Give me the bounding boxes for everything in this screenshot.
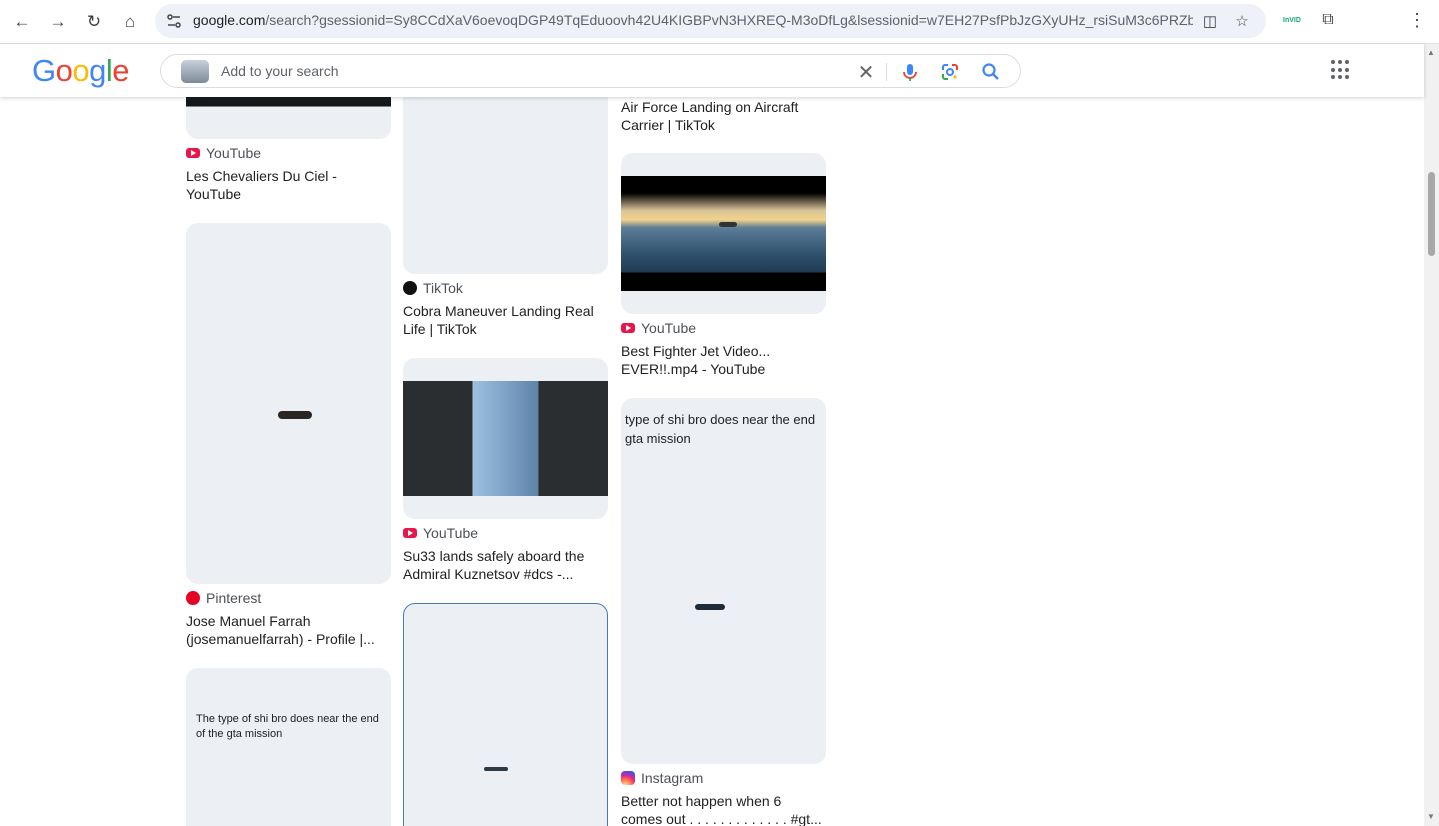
youtube-icon (403, 528, 417, 538)
url-path: /search?gsessionid=Sy8CCdXaV6oevoqDGP49T… (265, 12, 1193, 28)
image-overlay-text: type of shi bro does near the end gta mi… (625, 412, 816, 446)
result-source[interactable]: YouTube (403, 524, 478, 542)
result-source[interactable]: Pinterest (186, 589, 261, 607)
result-image[interactable]: The type of shi bro does near the end of… (186, 668, 391, 826)
source-label: YouTube (206, 145, 262, 161)
forward-icon[interactable]: → (44, 8, 72, 36)
jet-silhouette (695, 604, 725, 610)
source-label: TikTok (423, 280, 463, 296)
browser-toolbar: ← → ↻ ⌂ google.com/search?gsessionid=Sy8… (0, 0, 1439, 44)
result-image[interactable] (403, 97, 608, 274)
result-title[interactable]: Jose Manuel Farrah (josemanuelfarrah) - … (186, 612, 391, 648)
result-source[interactable]: YouTube (186, 144, 261, 162)
translate-icon[interactable]: ◫ (1200, 11, 1220, 31)
source-label: YouTube (423, 525, 479, 541)
voice-search-icon[interactable] (899, 61, 921, 83)
scroll-up-arrow-icon[interactable]: ▲ (1427, 48, 1435, 57)
result-source[interactable]: TikTok (403, 279, 463, 297)
logo-letter: o (72, 53, 90, 88)
result-image[interactable] (403, 603, 608, 826)
scroll-down-arrow-icon[interactable]: ▼ (1427, 812, 1435, 821)
pinterest-icon (186, 591, 200, 605)
result-image[interactable] (186, 97, 391, 139)
url-text: google.com/search?gsessionid=Sy8CCdXaV6o… (193, 12, 1193, 28)
result-title[interactable]: Air Force Landing on Aircraft Carrier | … (621, 98, 826, 134)
result-image[interactable] (403, 358, 608, 519)
image-overlay-text: The type of shi bro does near the end of… (196, 713, 379, 740)
result-title[interactable]: Better not happen when 6 comes out . . .… (621, 792, 826, 826)
url-host: google.com (193, 12, 266, 28)
back-icon[interactable]: ← (8, 8, 36, 36)
address-bar[interactable]: google.com/search?gsessionid=Sy8CCdXaV6o… (155, 4, 1266, 38)
invid-extension-icon[interactable]: InVID (1281, 9, 1303, 31)
reload-icon[interactable]: ↻ (80, 8, 108, 36)
logo-letter: G (32, 53, 56, 88)
google-header: Google Add to your search ✕ (0, 44, 1424, 97)
result-title[interactable]: Su33 lands safely aboard the Admiral Kuz… (403, 547, 608, 583)
google-apps-icon[interactable] (1331, 60, 1351, 80)
result-source[interactable]: Instagram (621, 769, 703, 787)
result-source[interactable]: YouTube (621, 319, 696, 337)
google-logo[interactable]: Google (32, 53, 130, 89)
search-divider (886, 63, 887, 81)
bookmark-star-icon[interactable]: ☆ (1232, 11, 1252, 31)
source-label: Instagram (641, 770, 704, 786)
source-label: Pinterest (206, 590, 262, 606)
logo-letter: g (89, 53, 106, 88)
search-icon[interactable] (980, 61, 1002, 83)
jet-silhouette (719, 222, 737, 227)
result-title[interactable]: Best Fighter Jet Video... EVER!!.mp4 - Y… (621, 342, 826, 378)
jet-silhouette (278, 411, 312, 419)
search-box[interactable]: Add to your search ✕ (160, 54, 1021, 88)
home-icon[interactable]: ⌂ (116, 8, 144, 36)
jet-silhouette (484, 767, 508, 771)
result-image[interactable]: type of shi bro does near the end gta mi… (621, 398, 826, 764)
source-label: YouTube (641, 320, 697, 336)
chrome-menu-icon[interactable]: ⋮ (1406, 9, 1428, 31)
instagram-icon (621, 771, 635, 785)
image-results-grid: YouTube Les Chevaliers Du Ciel - YouTube… (0, 97, 1424, 826)
youtube-icon (621, 323, 635, 333)
page-scrollbar[interactable]: ▲ ▼ (1424, 44, 1439, 826)
site-info-icon[interactable] (165, 12, 183, 30)
scrollbar-thumb[interactable] (1428, 172, 1435, 256)
result-image[interactable] (186, 223, 391, 584)
invid-label: InVID (1283, 16, 1301, 24)
extensions-puzzle-icon[interactable]: ⧉ (1317, 9, 1339, 31)
tiktok-icon (403, 281, 417, 295)
result-title[interactable]: Les Chevaliers Du Ciel - YouTube (186, 167, 391, 203)
video-frame (621, 176, 826, 291)
logo-letter: e (112, 53, 130, 88)
youtube-icon (186, 148, 200, 158)
search-input[interactable]: Add to your search (221, 63, 339, 79)
clear-icon[interactable]: ✕ (855, 61, 877, 84)
logo-letter: o (55, 53, 73, 88)
result-image[interactable] (621, 153, 826, 314)
result-title[interactable]: Cobra Maneuver Landing Real Life | TikTo… (403, 302, 608, 338)
search-image-thumbnail[interactable] (181, 60, 209, 83)
video-frame (403, 381, 608, 496)
lens-search-icon[interactable] (939, 61, 961, 83)
